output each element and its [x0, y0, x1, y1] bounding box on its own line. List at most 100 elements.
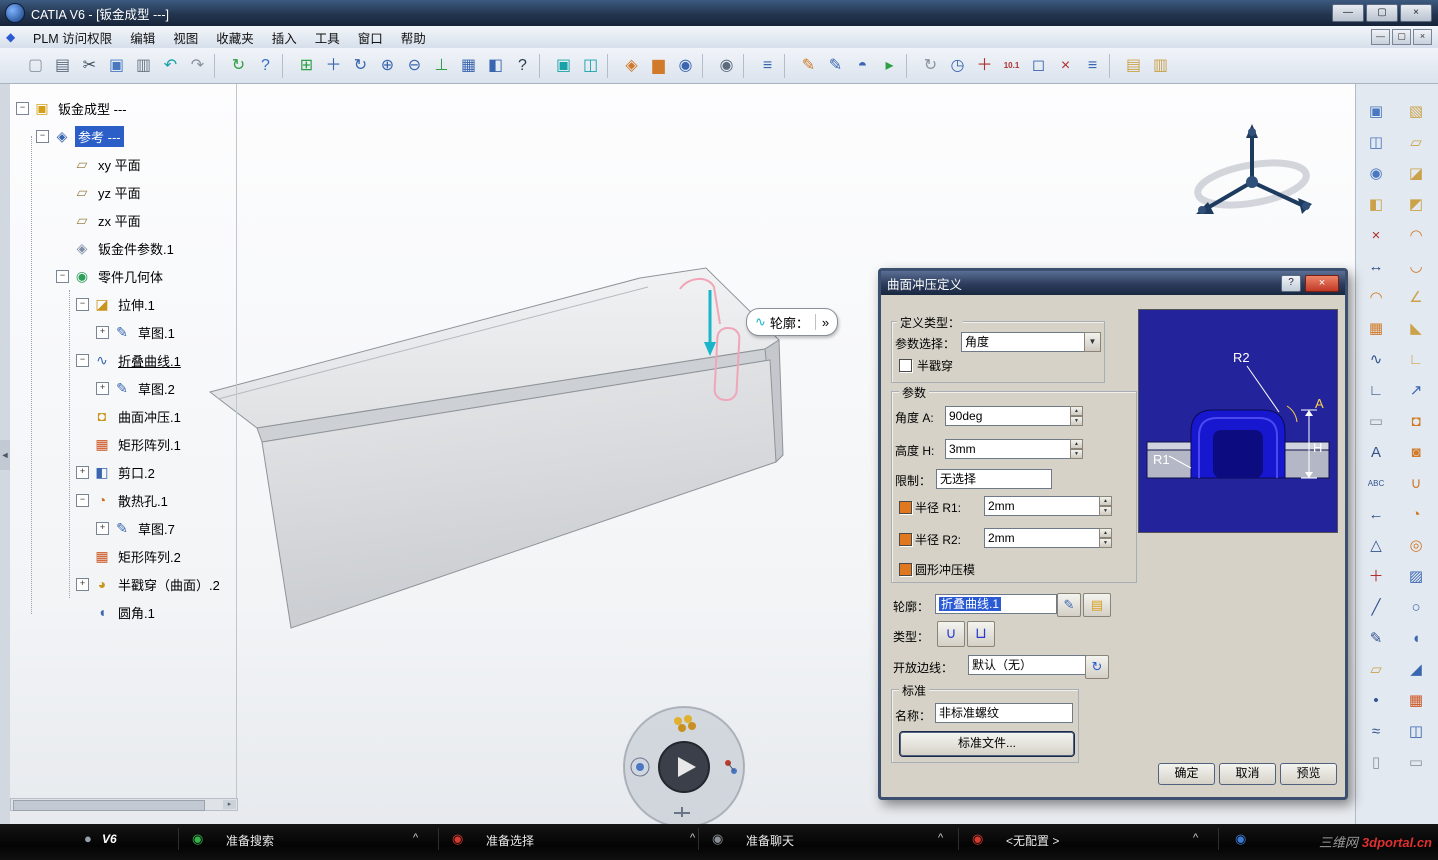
leader-icon[interactable]: ←: [1363, 501, 1390, 528]
menu-item-1[interactable]: 编辑: [121, 28, 164, 47]
fold-icon[interactable]: ∟: [1403, 346, 1430, 373]
axis-system-icon[interactable]: ＋: [1363, 563, 1390, 590]
arc-tool-icon[interactable]: ◠: [1363, 284, 1390, 311]
tree-expander[interactable]: −: [36, 129, 49, 143]
profile-input[interactable]: 折叠曲线.1: [935, 594, 1057, 614]
bend-icon[interactable]: ∠: [1403, 284, 1430, 311]
screen-layout-icon[interactable]: ▣: [551, 53, 576, 78]
tree-item-sketch-1[interactable]: + ✎ 草图.1: [12, 318, 227, 346]
maximize-button[interactable]: ▢: [1366, 4, 1398, 22]
round-die-checkbox[interactable]: [899, 563, 912, 576]
tree-expander[interactable]: +: [76, 577, 89, 591]
navigation-wheel[interactable]: [612, 695, 762, 845]
tree-item-surface-stamp[interactable]: +◘曲面冲压.1: [12, 402, 227, 430]
wall-icon[interactable]: ▱: [1403, 129, 1430, 156]
tree-expander[interactable]: +: [96, 521, 109, 535]
corner-relief-icon[interactable]: ◖: [1403, 625, 1430, 652]
cube-icon[interactable]: ◻: [1026, 53, 1051, 78]
sketch-tracer-icon[interactable]: ✎: [796, 53, 821, 78]
type-open-button[interactable]: ⊔: [967, 621, 995, 647]
tree-expander[interactable]: +: [96, 325, 109, 339]
minimize-button[interactable]: —: [1332, 4, 1364, 22]
height-input[interactable]: 3mm: [945, 439, 1071, 459]
plane-tool-icon[interactable]: ▱: [1363, 656, 1390, 683]
chat-status-collapse-icon[interactable]: ^: [938, 832, 943, 844]
tree-item-sketch-7[interactable]: + ✎ 草图.7: [12, 514, 227, 542]
doc-minimize-button[interactable]: —: [1371, 29, 1390, 45]
chart-icon[interactable]: ▆: [646, 53, 671, 78]
angle-spinner[interactable]: ▲ ▼: [1070, 406, 1083, 426]
doc-restore-button[interactable]: ▢: [1392, 29, 1411, 45]
wall-on-edge-icon[interactable]: ◪: [1403, 160, 1430, 187]
section-icon[interactable]: ◧: [1363, 191, 1390, 218]
hole-icon[interactable]: ○: [1403, 594, 1430, 621]
surface-paint-icon[interactable]: ✎: [823, 53, 848, 78]
dxf-icon[interactable]: ▭: [1403, 749, 1430, 776]
capture-icon[interactable]: ◫: [1363, 129, 1390, 156]
print-icon[interactable]: ▤: [50, 53, 75, 78]
height-spinner[interactable]: ▲ ▼: [1070, 439, 1083, 459]
preview-button[interactable]: 预览: [1280, 763, 1337, 785]
tree-expander[interactable]: −: [56, 269, 69, 283]
zoom-in-icon[interactable]: ⊕: [375, 53, 400, 78]
flange-icon[interactable]: ◠: [1403, 222, 1430, 249]
limit-input[interactable]: 无选择: [936, 469, 1052, 489]
standard-file-button[interactable]: 标准文件...: [899, 731, 1075, 757]
tree-item-sketch-2[interactable]: + ✎ 草图.2: [12, 374, 227, 402]
profile-sketch-button[interactable]: ✎: [1057, 593, 1081, 617]
tooltip-expand-icon[interactable]: »: [822, 315, 829, 330]
help-icon[interactable]: ?: [510, 53, 535, 78]
tree-horizontal-scrollbar[interactable]: ▸: [10, 798, 238, 811]
tree-item-reference[interactable]: − ◈ 参考 ---: [12, 122, 227, 150]
tree-item-rect-pattern-1[interactable]: +▦矩形阵列.1: [12, 430, 227, 458]
param-select-dropdown-icon[interactable]: ▼: [1084, 332, 1101, 352]
tree-item-part-body[interactable]: − ◉ 零件几何体: [12, 262, 227, 290]
ok-button[interactable]: 确定: [1158, 763, 1215, 785]
clock-icon[interactable]: ◷: [945, 53, 970, 78]
dialog-close-icon[interactable]: ×: [1305, 274, 1339, 292]
close-button[interactable]: ×: [1400, 4, 1432, 22]
text-tool-icon[interactable]: A: [1363, 439, 1390, 466]
render-style-icon[interactable]: ◧: [483, 53, 508, 78]
rotate-view-icon[interactable]: ↻: [348, 53, 373, 78]
param-select-value[interactable]: 角度: [961, 332, 1087, 352]
catalog-icon[interactable]: ◈: [619, 53, 644, 78]
angle-input[interactable]: 90deg: [945, 406, 1071, 426]
mirror-icon[interactable]: ◫: [1403, 718, 1430, 745]
point-stamp-icon[interactable]: ◘: [1403, 408, 1430, 435]
new-document-icon[interactable]: ▢: [23, 53, 48, 78]
delete-tool-icon[interactable]: ×: [1053, 53, 1078, 78]
profile-clipboard-button[interactable]: ▤: [1083, 593, 1111, 617]
search-status-collapse-icon[interactable]: ^: [413, 832, 418, 844]
simulation-icon[interactable]: ≡: [755, 53, 780, 78]
cancel-button[interactable]: 取消: [1219, 763, 1276, 785]
tree-item-fold-curve[interactable]: − ∿ 折叠曲线.1: [12, 346, 227, 374]
view-compass[interactable]: [1180, 120, 1330, 230]
tree-item-yz-plane[interactable]: +▱yz 平面: [12, 178, 227, 206]
cutout-icon[interactable]: ▨: [1403, 563, 1430, 590]
r2-spinner[interactable]: ▲ ▼: [1099, 528, 1112, 548]
dxf-export-icon[interactable]: ▭: [1363, 408, 1390, 435]
tree-item-rect-pattern-2[interactable]: +▦矩形阵列.2: [12, 542, 227, 570]
undo-icon[interactable]: ↶: [158, 53, 183, 78]
nature-icon[interactable]: ▸: [877, 53, 902, 78]
tree-item-cutout[interactable]: + ◧ 剪口.2: [12, 458, 227, 486]
select-status-collapse-icon[interactable]: ^: [690, 832, 695, 844]
camera-icon[interactable]: ◉: [714, 53, 739, 78]
pan-icon[interactable]: ＋: [321, 53, 346, 78]
bead-icon[interactable]: ∪: [1403, 470, 1430, 497]
list-icon[interactable]: ≡: [1080, 53, 1105, 78]
open-edge-input[interactable]: 默认（无）: [968, 655, 1086, 675]
tree-expander[interactable]: −: [76, 353, 89, 367]
louver-icon[interactable]: ◔: [1403, 501, 1430, 528]
tree-item-xy-plane[interactable]: +▱xy 平面: [12, 150, 227, 178]
r1-input[interactable]: 2mm: [984, 496, 1100, 516]
half-pierce-checkbox[interactable]: [899, 359, 912, 372]
hem-icon[interactable]: ◡: [1403, 253, 1430, 280]
context-help-icon[interactable]: ?: [253, 53, 278, 78]
fit-all-icon[interactable]: ⊞: [294, 53, 319, 78]
tree-item-half-pierce[interactable]: + ◕ 半戳穿（曲面）.2: [12, 570, 227, 598]
menu-item-5[interactable]: 工具: [306, 28, 349, 47]
corner-tool-icon[interactable]: ∟: [1363, 377, 1390, 404]
annotation-icon[interactable]: ABC: [1363, 470, 1390, 497]
